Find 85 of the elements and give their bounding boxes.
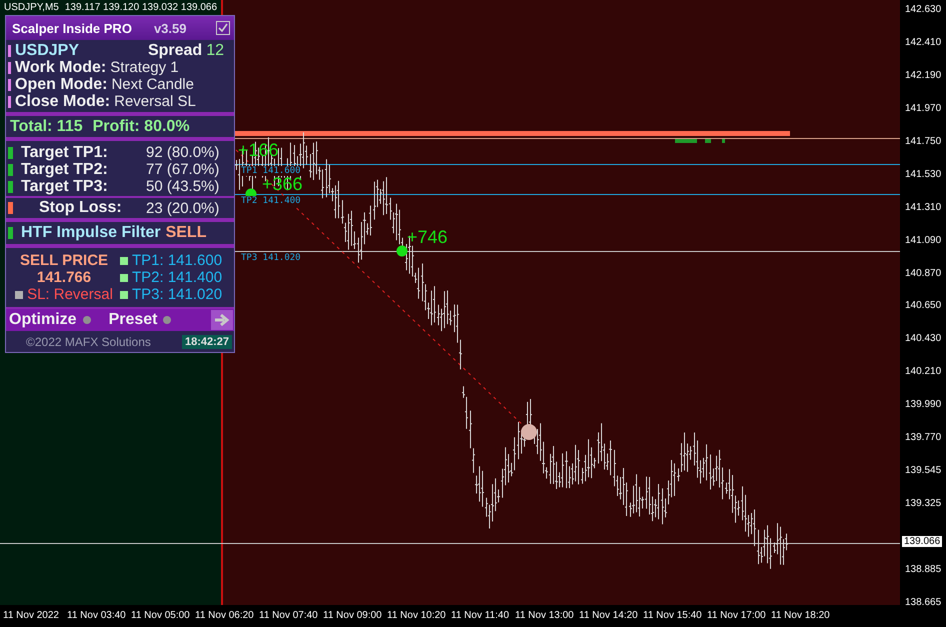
spread-value: 12 bbox=[206, 42, 224, 60]
time-tick: 11 Nov 14:20 bbox=[579, 610, 638, 621]
time-tick: 11 Nov 15:40 bbox=[643, 610, 702, 621]
time-tick: 11 Nov 17:00 bbox=[707, 610, 766, 621]
stop-loss-label: Stop Loss: bbox=[38, 199, 123, 217]
row-marker bbox=[8, 62, 11, 74]
stop-loss-mode: SL: Reversal bbox=[27, 286, 113, 303]
total-label: Total: 115 bbox=[10, 118, 83, 136]
time-tick: 11 Nov 09:00 bbox=[323, 610, 382, 621]
price-tick: 141.750 bbox=[905, 136, 942, 147]
panel-checkbox[interactable] bbox=[216, 21, 230, 35]
mode-value: Next Candle bbox=[111, 76, 194, 93]
filter-label: HTF Impulse Filter bbox=[20, 224, 161, 242]
mode-label: Open Mode: bbox=[15, 76, 108, 94]
status-dot bbox=[82, 316, 91, 324]
panel-title: Scalper Inside PRO bbox=[12, 20, 132, 36]
time-tick: 11 Nov 07:40 bbox=[259, 610, 318, 621]
bullet-icon bbox=[15, 290, 24, 298]
price-tick: 138.885 bbox=[905, 564, 942, 575]
ohlc-values: 139.117 139.120 139.032 139.066 bbox=[64, 2, 218, 13]
panel-button[interactable]: Preset bbox=[108, 311, 158, 329]
time-tick: 11 Nov 2022 bbox=[3, 610, 59, 621]
level-label: TP3 141.020 bbox=[240, 253, 302, 263]
target-value: 50 (43.5%) bbox=[146, 178, 220, 195]
price-tick: 140.210 bbox=[905, 366, 942, 378]
time-tick: 11 Nov 18:20 bbox=[771, 610, 830, 621]
price-tick: 141.970 bbox=[905, 102, 942, 114]
price-tick: 142.630 bbox=[905, 4, 942, 15]
row-marker bbox=[8, 44, 11, 56]
mode-label: Work Mode: bbox=[15, 58, 106, 76]
current-price-tag: 139.066 bbox=[902, 536, 942, 547]
time-tick: 11 Nov 13:00 bbox=[515, 610, 574, 621]
sell-price-value: 141.766 bbox=[36, 269, 92, 286]
take-profit-level: TP1: 141.600 bbox=[132, 252, 222, 269]
price-tick: 140.430 bbox=[905, 333, 942, 344]
target-label: Target TP2: bbox=[20, 160, 109, 178]
stop-loss-value: 23 (20.0%) bbox=[146, 200, 220, 216]
price-tick: 139.770 bbox=[905, 432, 942, 444]
filter-signal: SELL bbox=[166, 224, 206, 242]
bullet-icon bbox=[120, 290, 128, 298]
close-marker-icon bbox=[521, 424, 537, 440]
mode-value: Strategy 1 bbox=[110, 59, 179, 76]
spread-label: Spread bbox=[148, 42, 202, 60]
target-label: Target TP3: bbox=[20, 178, 109, 196]
price-tick: 139.545 bbox=[905, 465, 942, 476]
mode-value: Reversal SL bbox=[114, 93, 196, 110]
clock-time: 18:42:27 bbox=[182, 334, 232, 348]
price-tick: 141.310 bbox=[905, 202, 942, 213]
target-label: Target TP1: bbox=[20, 144, 109, 162]
time-tick: 11 Nov 11:40 bbox=[451, 610, 510, 621]
row-marker bbox=[8, 78, 11, 90]
mode-label: Close Mode: bbox=[15, 92, 110, 110]
tp-hit-dot bbox=[396, 246, 408, 256]
bullet-icon bbox=[120, 274, 128, 282]
price-tick: 141.530 bbox=[905, 168, 942, 180]
time-tick: 11 Nov 10:20 bbox=[387, 610, 446, 621]
take-profit-level: TP2: 141.400 bbox=[132, 269, 222, 286]
target-value: 92 (80.0%) bbox=[146, 144, 220, 161]
time-tick: 11 Nov 06:20 bbox=[195, 610, 254, 621]
status-dot bbox=[163, 316, 172, 324]
target-value: 77 (67.0%) bbox=[146, 161, 220, 178]
price-tick: 142.410 bbox=[905, 36, 942, 48]
row-marker bbox=[8, 96, 11, 108]
price-tick: 140.650 bbox=[905, 300, 942, 312]
price-tick: 139.990 bbox=[905, 399, 942, 410]
take-profit-level: TP3: 141.020 bbox=[132, 286, 222, 303]
version-label: v3.59 bbox=[154, 20, 186, 36]
level-label: TP2 141.400 bbox=[240, 196, 302, 206]
profit-label: +746 bbox=[407, 229, 448, 246]
symbol-label: USDJPY bbox=[15, 42, 80, 60]
price-tick: 141.090 bbox=[905, 234, 942, 246]
panel-button[interactable]: Optimize bbox=[9, 311, 77, 329]
signal-marks bbox=[675, 139, 725, 143]
price-tick: 139.325 bbox=[905, 498, 942, 510]
time-tick: 11 Nov 03:40 bbox=[67, 610, 126, 621]
sell-price-label: SELL PRICE bbox=[20, 252, 108, 269]
copyright-text: ©2022 MAFX Solutions bbox=[26, 334, 151, 348]
chart-symbol: USDJPY,M5 bbox=[4, 2, 59, 13]
price-tick: 140.870 bbox=[905, 268, 942, 279]
time-tick: 11 Nov 05:00 bbox=[131, 610, 190, 621]
price-tick: 138.665 bbox=[905, 596, 942, 608]
profit-label: Profit: 80.0% bbox=[92, 118, 190, 136]
bullet-icon bbox=[120, 256, 128, 264]
level-label: TP1 141.600 bbox=[240, 166, 302, 176]
price-tick: 142.190 bbox=[905, 70, 942, 81]
